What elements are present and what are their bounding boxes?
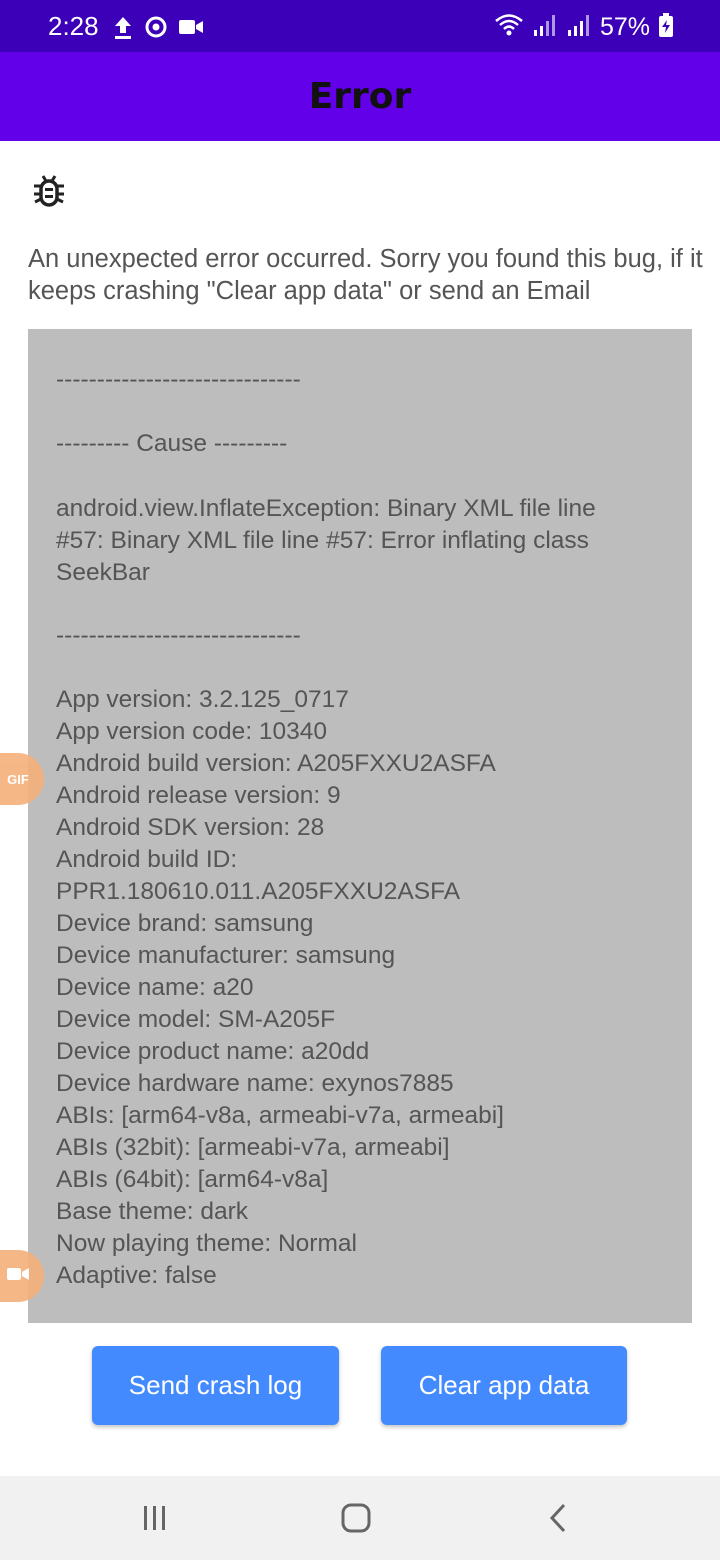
video-camera-icon (178, 17, 204, 42)
log-line: ABIs (64bit): [arm64-v8a] (56, 1166, 329, 1193)
signal-icon (532, 12, 558, 43)
log-line: Adaptive: false (56, 1262, 217, 1289)
log-line: ------------------------------ (56, 366, 301, 393)
error-message: An unexpected error occurred. Sorry you … (28, 245, 703, 305)
sync-icon (144, 15, 168, 44)
wifi-icon (494, 12, 524, 43)
log-line: PPR1.180610.011.A205FXXU2ASFA (56, 878, 461, 905)
battery-charging-icon (658, 12, 674, 43)
log-line: SeekBar (56, 559, 150, 586)
home-icon[interactable] (326, 1498, 386, 1538)
bug-icon (33, 172, 65, 208)
status-time: 2:28 (48, 11, 99, 41)
navigation-bar (0, 1476, 720, 1560)
log-line: Device manufacturer: samsung (56, 942, 396, 969)
log-line: android.view.InflateException: Binary XM… (56, 495, 596, 522)
log-line: Android SDK version: 28 (56, 814, 325, 841)
battery-percent: 57% (599, 13, 650, 41)
app-bar: Error (0, 52, 720, 141)
page-title: Error (308, 76, 412, 117)
log-line: App version code: 10340 (56, 718, 328, 745)
recents-icon[interactable] (125, 1498, 185, 1538)
log-line: Device brand: samsung (56, 910, 314, 937)
log-line: ABIs (32bit): [armeabi-v7a, armeabi] (56, 1134, 450, 1161)
crash-log-box[interactable]: ------------------------------ ---------… (28, 329, 692, 1323)
signal-icon (566, 12, 592, 43)
upload-icon (112, 14, 134, 45)
log-line: Device product name: a20dd (56, 1038, 370, 1065)
back-icon[interactable] (528, 1498, 588, 1538)
video-camera-icon (7, 1265, 30, 1288)
log-line: Base theme: dark (56, 1198, 249, 1225)
log-line: ------------------------------ (56, 622, 301, 649)
gif-label: GIF (7, 771, 29, 787)
log-line: --------- Cause --------- (56, 430, 288, 457)
log-line: Android build ID: (56, 846, 238, 873)
send-crash-log-button[interactable]: Send crash log (92, 1346, 339, 1425)
status-bar: 2:28 57% (0, 0, 720, 52)
log-line: Device model: SM-A205F (56, 1006, 336, 1033)
clear-app-data-button[interactable]: Clear app data (381, 1346, 627, 1425)
log-line: #57: Binary XML file line #57: Error inf… (56, 527, 589, 554)
log-line: Now playing theme: Normal (56, 1230, 357, 1257)
log-line: Device hardware name: exynos7885 (56, 1070, 454, 1097)
log-line: App version: 3.2.125_0717 (56, 686, 349, 713)
log-line: ABIs: [arm64-v8a, armeabi-v7a, armeabi] (56, 1102, 504, 1129)
log-line: Device name: a20 (56, 974, 254, 1001)
log-line: Android build version: A205FXXU2ASFA (56, 750, 496, 777)
log-line: Android release version: 9 (56, 782, 341, 809)
